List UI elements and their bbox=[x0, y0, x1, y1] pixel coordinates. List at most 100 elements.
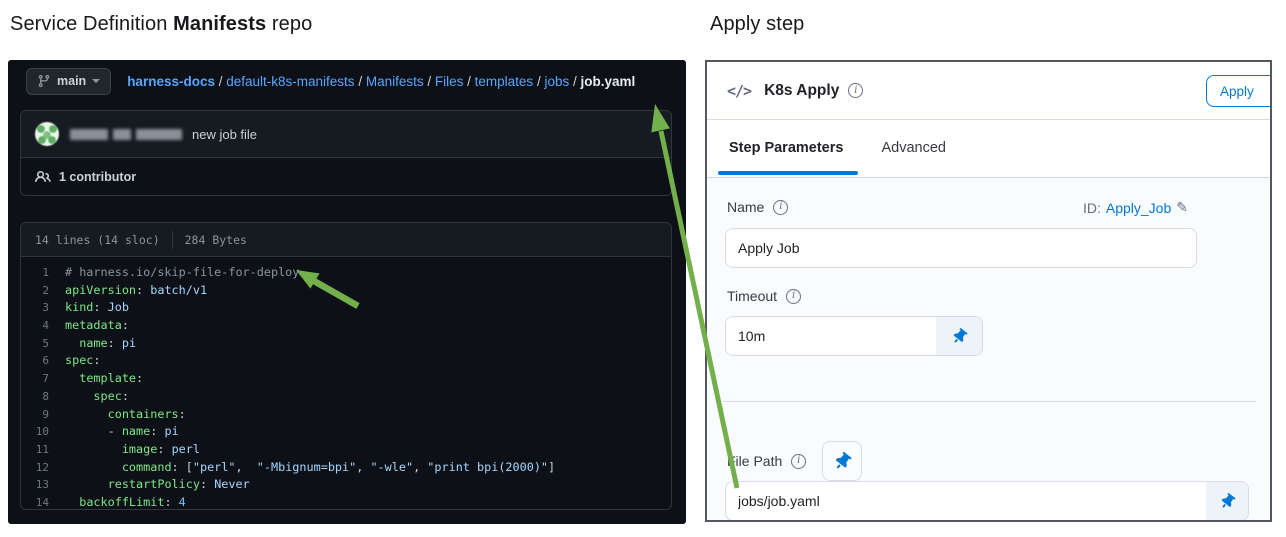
edit-pencil-icon[interactable]: ✎ bbox=[1176, 199, 1188, 216]
code-line-text: metadata: bbox=[65, 318, 129, 333]
commit-message[interactable]: new job file bbox=[192, 127, 257, 142]
info-icon[interactable]: i bbox=[773, 199, 789, 215]
line-number[interactable]: 1 bbox=[21, 264, 65, 282]
right-section-title: Apply step bbox=[710, 13, 805, 35]
branch-selector-button[interactable]: main bbox=[26, 67, 112, 95]
breadcrumb-link[interactable]: templates bbox=[475, 74, 534, 89]
code-line: 8 spec: bbox=[21, 388, 671, 406]
code-line-text: containers: bbox=[107, 406, 186, 421]
active-tab-underline bbox=[718, 171, 858, 175]
name-field-label: Name i bbox=[727, 199, 789, 215]
step-parameters-content: Namei ID: Apply_Job ✎ Timeouti File Path… bbox=[707, 177, 1270, 520]
timeout-input[interactable] bbox=[726, 317, 906, 355]
file-line-count: 14 lines (14 sloc) bbox=[35, 232, 160, 247]
breadcrumb-separator: / bbox=[569, 73, 581, 89]
breadcrumb-separator: / bbox=[533, 73, 545, 89]
contributor-count: 1 contributor bbox=[59, 169, 137, 184]
contributors-row[interactable]: 1 contributor bbox=[21, 158, 671, 195]
code-line-text: restartPolicy: Never bbox=[107, 477, 250, 492]
redacted-username bbox=[70, 128, 182, 140]
line-number[interactable]: 4 bbox=[21, 317, 65, 335]
line-number[interactable]: 9 bbox=[21, 406, 65, 424]
breadcrumb-link[interactable]: jobs bbox=[544, 74, 569, 89]
timeout-pin-button[interactable] bbox=[936, 317, 982, 355]
name-input[interactable] bbox=[725, 228, 1197, 268]
chevron-down-icon bbox=[92, 79, 101, 83]
line-number[interactable]: 3 bbox=[21, 299, 65, 317]
code-line-text: kind: Job bbox=[65, 300, 129, 315]
info-icon[interactable]: i bbox=[786, 288, 802, 304]
code-line: 3 kind: Job bbox=[21, 299, 671, 317]
file-stats-bar: 14 lines (14 sloc) 284 Bytes bbox=[21, 223, 671, 257]
github-file-panel: main harness-docs / default-k8s-manifest… bbox=[8, 60, 686, 524]
branch-name: main bbox=[57, 74, 87, 88]
code-line-text: - name: pi bbox=[65, 424, 179, 439]
code-step-icon: </> bbox=[727, 81, 752, 100]
line-number[interactable]: 12 bbox=[21, 459, 65, 477]
tab-advanced[interactable]: Advanced bbox=[881, 140, 946, 156]
info-icon[interactable]: i bbox=[791, 453, 807, 469]
pin-icon bbox=[835, 451, 852, 468]
breadcrumb-separator: / bbox=[463, 73, 475, 89]
breadcrumb-link[interactable]: Manifests bbox=[366, 74, 424, 89]
code-line-text: spec: bbox=[93, 388, 129, 403]
breadcrumb-link[interactable]: Files bbox=[435, 74, 464, 89]
line-number[interactable]: 7 bbox=[21, 370, 65, 388]
file-path-pin-button[interactable] bbox=[822, 441, 863, 481]
tab-step-parameters[interactable]: Step Parameters bbox=[729, 140, 843, 156]
github-file-header: main harness-docs / default-k8s-manifest… bbox=[8, 60, 686, 102]
code-line: 14 backoffLimit: 4 bbox=[21, 494, 671, 509]
step-id-link[interactable]: Apply_Job bbox=[1106, 200, 1171, 216]
line-number[interactable]: 5 bbox=[21, 335, 65, 353]
code-line-text: command: ["perl", "-Mbignum=bpi", "-wle"… bbox=[121, 459, 556, 474]
file-content-box: 14 lines (14 sloc) 284 Bytes 1 # harness.… bbox=[20, 222, 672, 510]
code-line: 10 - name: pi bbox=[21, 423, 671, 441]
pin-icon bbox=[953, 327, 967, 343]
code-line: 1 # harness.io/skip-file-for-deploy bbox=[21, 264, 671, 282]
stats-divider bbox=[171, 230, 173, 249]
code-line-text: apiVersion: batch/v1 bbox=[65, 282, 208, 297]
code-line-text: template: bbox=[79, 371, 144, 386]
breadcrumb-current-file: job.yaml bbox=[580, 73, 636, 89]
line-number[interactable]: 8 bbox=[21, 388, 65, 406]
breadcrumb-link[interactable]: default-k8s-manifests bbox=[226, 74, 354, 89]
info-icon[interactable]: i bbox=[848, 83, 864, 98]
line-number[interactable]: 13 bbox=[21, 476, 65, 494]
file-path-field-label: File Path i bbox=[727, 453, 807, 469]
line-number[interactable]: 14 bbox=[21, 494, 65, 509]
code-line: 7 template: bbox=[21, 370, 671, 388]
code-line-text: spec: bbox=[65, 353, 101, 368]
code-line: 9 containers: bbox=[21, 406, 671, 424]
line-number[interactable]: 10 bbox=[21, 423, 65, 441]
step-header: </> K8s Apply i Apply bbox=[707, 62, 1270, 120]
code-line-text: name: pi bbox=[79, 335, 137, 350]
pin-icon bbox=[1221, 492, 1235, 508]
code-area: 1 # harness.io/skip-file-for-deploy 2 apiVe… bbox=[21, 257, 671, 509]
code-line: 11 image: perl bbox=[21, 441, 671, 459]
code-line-text: # harness.io/skip-file-for-deploy bbox=[65, 265, 300, 279]
latest-commit-box: new job file 1 contributor bbox=[20, 110, 672, 196]
git-branch-icon bbox=[37, 74, 51, 88]
file-path-input-group bbox=[725, 481, 1249, 520]
apply-step-panel: </> K8s Apply i Apply Step Parameters Ad… bbox=[705, 60, 1272, 522]
file-size: 284 Bytes bbox=[184, 232, 247, 247]
code-line: 6 spec: bbox=[21, 352, 671, 370]
code-line: 4 metadata: bbox=[21, 317, 671, 335]
code-line: 2 apiVersion: batch/v1 bbox=[21, 282, 671, 300]
line-number[interactable]: 11 bbox=[21, 441, 65, 459]
file-path-value-pin-button[interactable] bbox=[1206, 482, 1248, 520]
breadcrumb-separator: / bbox=[214, 73, 227, 89]
breadcrumb-repo-link[interactable]: harness-docs bbox=[127, 74, 215, 89]
line-number[interactable]: 2 bbox=[21, 282, 65, 300]
left-section-title: Service Definition Manifests repo bbox=[10, 13, 313, 35]
code-line: 13 restartPolicy: Never bbox=[21, 476, 671, 494]
commit-row: new job file bbox=[21, 111, 671, 158]
code-line: 5 name: pi bbox=[21, 335, 671, 353]
file-path-input[interactable] bbox=[726, 482, 1092, 520]
step-id-row: ID: Apply_Job ✎ bbox=[1083, 199, 1188, 216]
avatar[interactable] bbox=[35, 122, 59, 146]
line-number[interactable]: 6 bbox=[21, 352, 65, 370]
code-line-text: backoffLimit: 4 bbox=[79, 494, 186, 509]
apply-button[interactable]: Apply bbox=[1206, 75, 1270, 107]
id-label: ID: bbox=[1082, 199, 1101, 216]
